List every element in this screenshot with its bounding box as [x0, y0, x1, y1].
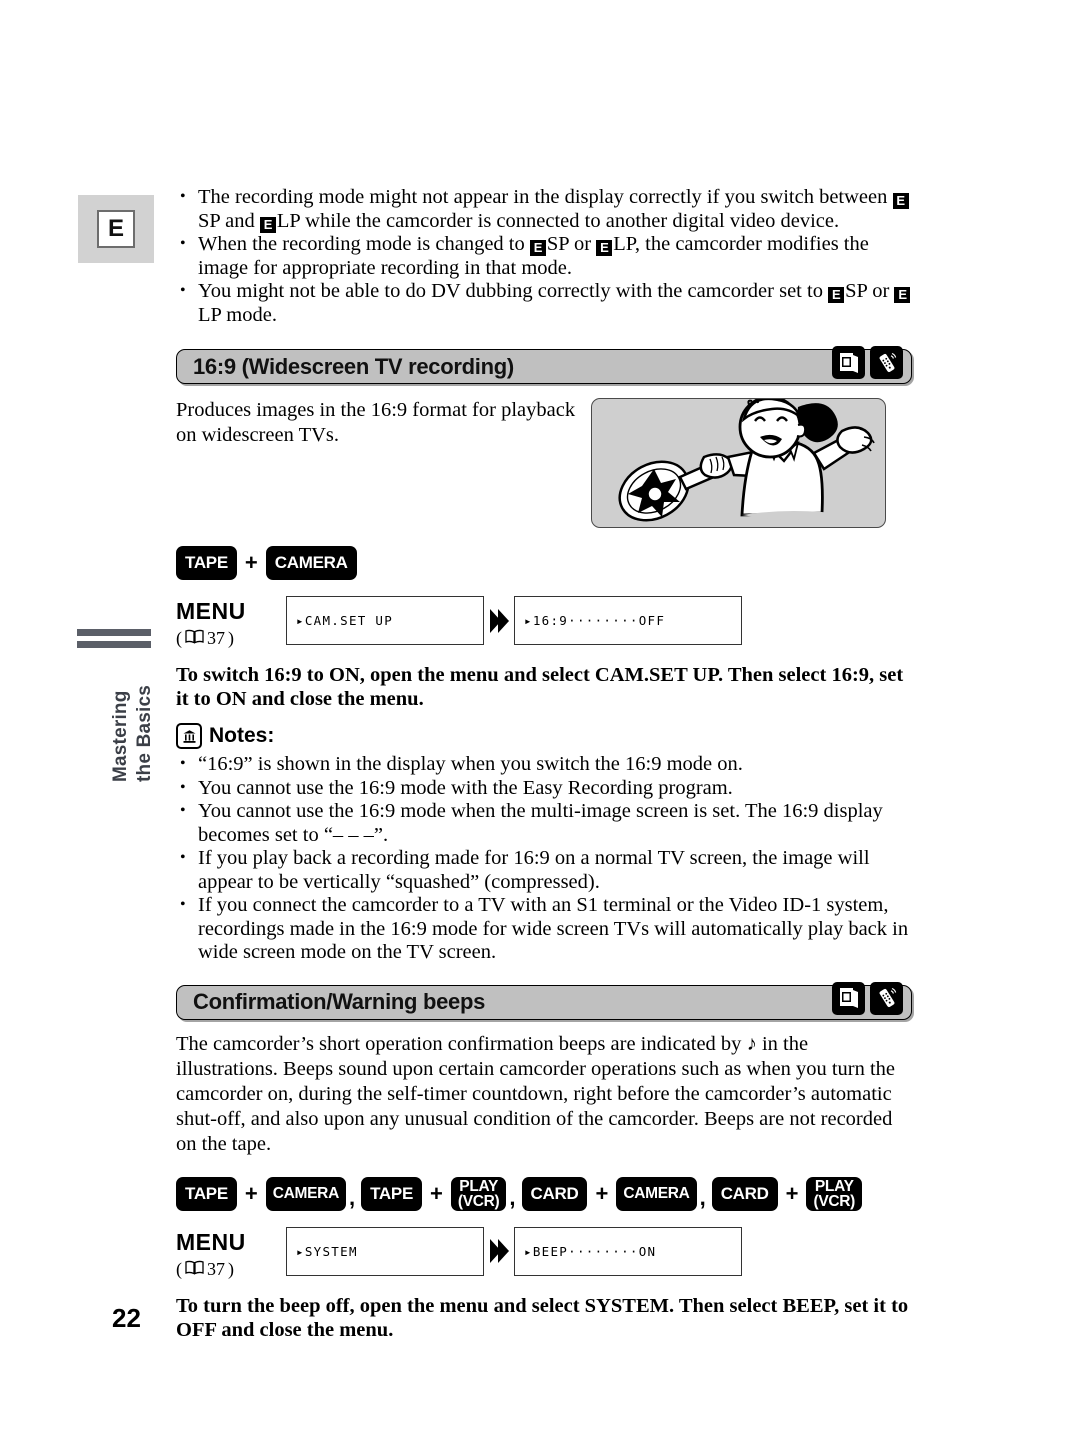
badge-plus: + [785, 1180, 799, 1206]
badge-camera: CAMERA [265, 1176, 346, 1211]
badge-plus: + [244, 1180, 258, 1206]
beeps-mode-badges: TAPE + CAMERA , TAPE + PLAY (VCR) , CARD… [176, 1176, 912, 1211]
badge-tape: TAPE [361, 1176, 422, 1211]
menu-lcd-step-2: ▸BEEP········ON [514, 1226, 742, 1276]
badge-plus: + [595, 1180, 609, 1206]
badge-play-line-1: PLAY [459, 1177, 498, 1195]
ref-page-number: 37 [207, 628, 225, 648]
side-tab-line-1: Mastering [110, 690, 131, 782]
side-tab-line-2: the Basics [134, 684, 155, 782]
widescreen-instruction: To switch 16:9 to ON, open the menu and … [176, 664, 904, 710]
menu-step-arrow-icon [484, 596, 514, 645]
menu-word: MENU [176, 1228, 246, 1255]
section-header-icons [832, 981, 903, 1015]
widescreen-intro-text: Produces images in the 16:9 format for p… [176, 399, 576, 446]
section-title-widescreen: 16:9 (Widescreen TV recording) [193, 353, 514, 379]
side-tab-text: Mastering the Basics [64, 655, 194, 785]
notes-list: “16:9” is shown in the display when you … [176, 752, 912, 965]
ref-paren-open: ( [176, 628, 182, 648]
remote-icon [870, 346, 903, 379]
note-item: If you play back a recording made for 16… [176, 846, 912, 894]
cassette-mode-icon: E [894, 287, 911, 303]
menu-word: MENU [176, 598, 246, 624]
badge-card: CARD [521, 1176, 588, 1211]
intro-bullet-2-text: When the recording mode is changed to ES… [198, 233, 869, 279]
intro-bullet-list: The recording mode might not appear in t… [176, 185, 912, 327]
page-number: 22 [112, 1303, 141, 1333]
note-item: You cannot use the 16:9 mode when the mu… [176, 799, 912, 847]
ref-paren-close: ) [228, 1258, 234, 1279]
card-icon [832, 981, 865, 1015]
remote-icon [870, 981, 903, 1015]
note-item: You cannot use the 16:9 mode with the Ea… [176, 776, 912, 801]
widescreen-illustration [591, 398, 886, 528]
badge-camera: CAMERA [265, 546, 357, 580]
manual-page: E Mastering the Basics The recording mod… [0, 0, 1080, 1443]
note-item: If you connect the camcorder to a TV wit… [176, 893, 912, 965]
book-icon [185, 1259, 204, 1280]
menu-lcd-step-1: ▸SYSTEM [286, 1226, 484, 1276]
menu-page-reference: ( 37 ) [176, 1259, 286, 1280]
card-icon [832, 346, 865, 379]
side-tab-rules [77, 629, 151, 653]
section-header-widescreen: 16:9 (Widescreen TV recording) [176, 346, 912, 384]
widescreen-mode-badges: TAPE + CAMERA [176, 546, 912, 580]
side-rule-2 [77, 641, 151, 648]
intro-bullet-3: You might not be able to do DV dubbing c… [176, 279, 912, 327]
badge-tape: TAPE [176, 546, 237, 580]
cassette-mode-icon: E [596, 240, 613, 256]
badge-play-line-2: (VCR) [457, 1192, 500, 1210]
note-item: “16:9” is shown in the display when you … [176, 752, 912, 777]
intro-bullet-1-text: The recording mode might not appear in t… [198, 186, 910, 233]
language-tab: E [78, 195, 154, 263]
cassette-mode-icon: E [892, 193, 909, 209]
badge-play-line-2: (VCR) [813, 1192, 856, 1210]
beeps-paragraph-a: The camcorder’s short operation confirma… [176, 1032, 747, 1055]
cassette-mode-icon: E [828, 287, 845, 303]
badge-card: CARD [711, 1176, 778, 1211]
beeps-menu-row: MENU ( 37 ) ▸SYSTEM ▸BEEP········ON [176, 1226, 912, 1280]
badge-play-vcr: PLAY (VCR) [806, 1176, 863, 1211]
badge-separator: , [699, 1184, 706, 1210]
badge-separator: , [509, 1184, 516, 1210]
widescreen-menu-row: MENU ( 37 ) ▸CAM.SET UP ▸16:9········OFF [176, 596, 912, 649]
badge-plus: + [244, 550, 258, 575]
cassette-mode-icon: E [529, 240, 546, 256]
language-tab-letter: E [97, 210, 135, 248]
badge-separator: , [348, 1184, 356, 1210]
cassette-mode-icon: E [259, 216, 276, 233]
section-header-beeps: Confirmation/Warning beeps [176, 981, 912, 1020]
menu-lcd-step-2: ▸16:9········OFF [514, 596, 742, 645]
intro-bullet-2: When the recording mode is changed to ES… [176, 232, 912, 280]
badge-play-line-1: PLAY [814, 1177, 854, 1195]
beeps-instruction: To turn the beep off, open the menu and … [176, 1294, 909, 1341]
side-rule-1 [77, 629, 151, 636]
ref-page-number: 37 [207, 1258, 225, 1279]
notes-icon [176, 723, 202, 749]
notes-label: Notes: [209, 724, 275, 747]
content-column: The recording mode might not appear in t… [176, 185, 912, 1342]
badge-plus: + [430, 1180, 443, 1206]
section-title-beeps: Confirmation/Warning beeps [193, 989, 486, 1014]
badge-play-vcr: PLAY (VCR) [450, 1176, 507, 1211]
menu-step-arrow-icon [484, 1227, 514, 1276]
ref-paren-close: ) [228, 628, 234, 648]
intro-bullet-3-text: You might not be able to do DV dubbing c… [198, 280, 911, 326]
widescreen-intro-row: Produces images in the 16:9 format for p… [176, 398, 912, 528]
menu-lcd-step-1: ▸CAM.SET UP [286, 596, 484, 645]
badge-camera: CAMERA [616, 1176, 697, 1211]
notes-heading: Notes: [176, 723, 912, 749]
ref-paren-open: ( [176, 1258, 182, 1279]
menu-label-block: MENU ( 37 ) [176, 1227, 286, 1280]
beeps-paragraph: The camcorder’s short operation confirma… [176, 1032, 912, 1157]
section-header-icons [832, 346, 903, 379]
menu-label-block: MENU ( 37 ) [176, 596, 286, 649]
badge-tape: TAPE [176, 1176, 237, 1211]
book-icon [185, 628, 204, 649]
intro-bullet-1: The recording mode might not appear in t… [176, 185, 912, 233]
music-note-icon: ♪ [746, 1032, 757, 1055]
menu-page-reference: ( 37 ) [176, 628, 286, 649]
